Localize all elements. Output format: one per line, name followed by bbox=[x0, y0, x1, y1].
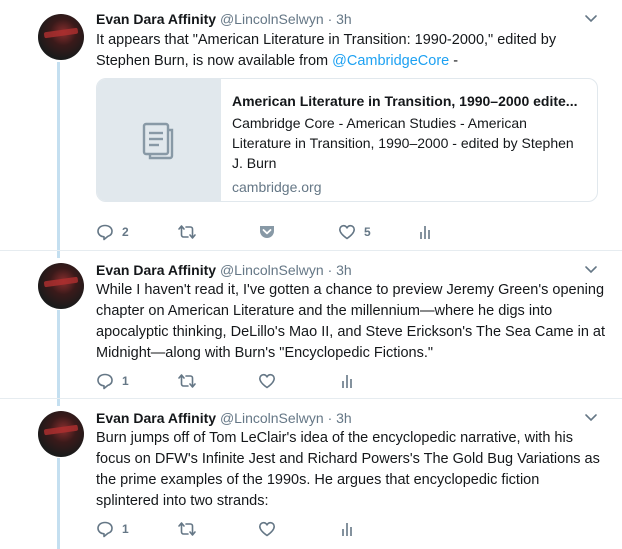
mention-link[interactable]: @CambridgeCore bbox=[332, 53, 449, 69]
reply-count: 1 bbox=[122, 522, 129, 536]
reply-icon bbox=[97, 224, 113, 241]
timestamp[interactable]: 3h bbox=[336, 262, 352, 278]
card-thumbnail bbox=[97, 79, 221, 201]
avatar[interactable] bbox=[38, 14, 84, 60]
tweet-text: It appears that "American Literature in … bbox=[96, 30, 606, 72]
chevron-down-icon[interactable] bbox=[584, 14, 598, 24]
timestamp[interactable]: 3h bbox=[336, 11, 352, 27]
display-name[interactable]: Evan Dara Affinity bbox=[96, 410, 216, 426]
retweet-button[interactable] bbox=[176, 519, 206, 539]
separator-dot: · bbox=[327, 262, 333, 278]
retweet-icon bbox=[178, 225, 196, 239]
reply-icon bbox=[97, 373, 113, 390]
tweet-header: Evan Dara Affinity @LincolnSelwyn · 3h bbox=[96, 10, 352, 28]
analytics-icon bbox=[342, 523, 352, 536]
user-handle[interactable]: @LincolnSelwyn bbox=[220, 262, 324, 278]
card-domain: cambridge.org bbox=[232, 179, 322, 195]
reply-button[interactable]: 1 bbox=[96, 371, 129, 391]
tweet-text-part: - bbox=[449, 53, 459, 69]
link-card[interactable]: American Literature in Transition, 1990–… bbox=[96, 78, 598, 202]
retweet-button[interactable] bbox=[176, 371, 206, 391]
separator-dot: · bbox=[327, 410, 333, 426]
analytics-icon bbox=[342, 375, 352, 388]
tweet-text: While I haven't read it, I've gotten a c… bbox=[96, 282, 606, 361]
separator-dot: · bbox=[327, 11, 333, 27]
pocket-icon bbox=[260, 226, 274, 238]
tweet[interactable]: Evan Dara Affinity @LincolnSelwyn · 3h B… bbox=[0, 409, 622, 549]
tweet[interactable]: Evan Dara Affinity @LincolnSelwyn · 3h W… bbox=[0, 261, 622, 401]
reply-button[interactable]: 2 bbox=[96, 222, 129, 242]
display-name[interactable]: Evan Dara Affinity bbox=[96, 11, 216, 27]
reply-count: 1 bbox=[122, 374, 129, 388]
tweet[interactable]: Evan Dara Affinity @LincolnSelwyn · 3h I… bbox=[0, 10, 622, 250]
avatar[interactable] bbox=[38, 411, 84, 457]
like-button[interactable] bbox=[258, 371, 284, 391]
tweet-header: Evan Dara Affinity @LincolnSelwyn · 3h bbox=[96, 261, 352, 279]
like-button[interactable] bbox=[258, 519, 284, 539]
analytics-button[interactable] bbox=[340, 519, 354, 539]
like-count: 5 bbox=[364, 225, 371, 239]
reply-icon bbox=[97, 521, 113, 538]
like-button[interactable]: 5 bbox=[338, 222, 371, 242]
tweet-text: Burn jumps off of Tom LeClair's idea of … bbox=[96, 430, 600, 509]
timestamp[interactable]: 3h bbox=[336, 410, 352, 426]
card-description: Cambridge Core - American Studies - Amer… bbox=[232, 115, 574, 171]
analytics-button[interactable] bbox=[340, 371, 354, 391]
analytics-button[interactable] bbox=[418, 222, 432, 242]
reply-count: 2 bbox=[122, 225, 129, 239]
analytics-icon bbox=[420, 226, 430, 239]
divider bbox=[0, 398, 622, 399]
heart-icon bbox=[259, 521, 275, 537]
retweet-icon bbox=[178, 522, 196, 536]
user-handle[interactable]: @LincolnSelwyn bbox=[220, 410, 324, 426]
retweet-button[interactable] bbox=[176, 222, 206, 242]
tweet-text-part: It appears that "American Literature in … bbox=[96, 32, 557, 69]
chevron-down-icon[interactable] bbox=[584, 265, 598, 275]
heart-icon bbox=[339, 224, 355, 240]
chevron-down-icon[interactable] bbox=[584, 413, 598, 423]
pocket-button[interactable] bbox=[258, 222, 276, 242]
reply-button[interactable]: 1 bbox=[96, 519, 129, 539]
user-handle[interactable]: @LincolnSelwyn bbox=[220, 11, 324, 27]
display-name[interactable]: Evan Dara Affinity bbox=[96, 262, 216, 278]
divider bbox=[0, 250, 622, 251]
card-body: American Literature in Transition, 1990–… bbox=[232, 91, 587, 195]
avatar[interactable] bbox=[38, 263, 84, 309]
retweet-icon bbox=[178, 374, 196, 388]
card-title: American Literature in Transition, 1990–… bbox=[232, 93, 578, 109]
document-icon bbox=[142, 122, 174, 160]
tweet-header: Evan Dara Affinity @LincolnSelwyn · 3h bbox=[96, 409, 352, 427]
heart-icon bbox=[259, 373, 275, 389]
